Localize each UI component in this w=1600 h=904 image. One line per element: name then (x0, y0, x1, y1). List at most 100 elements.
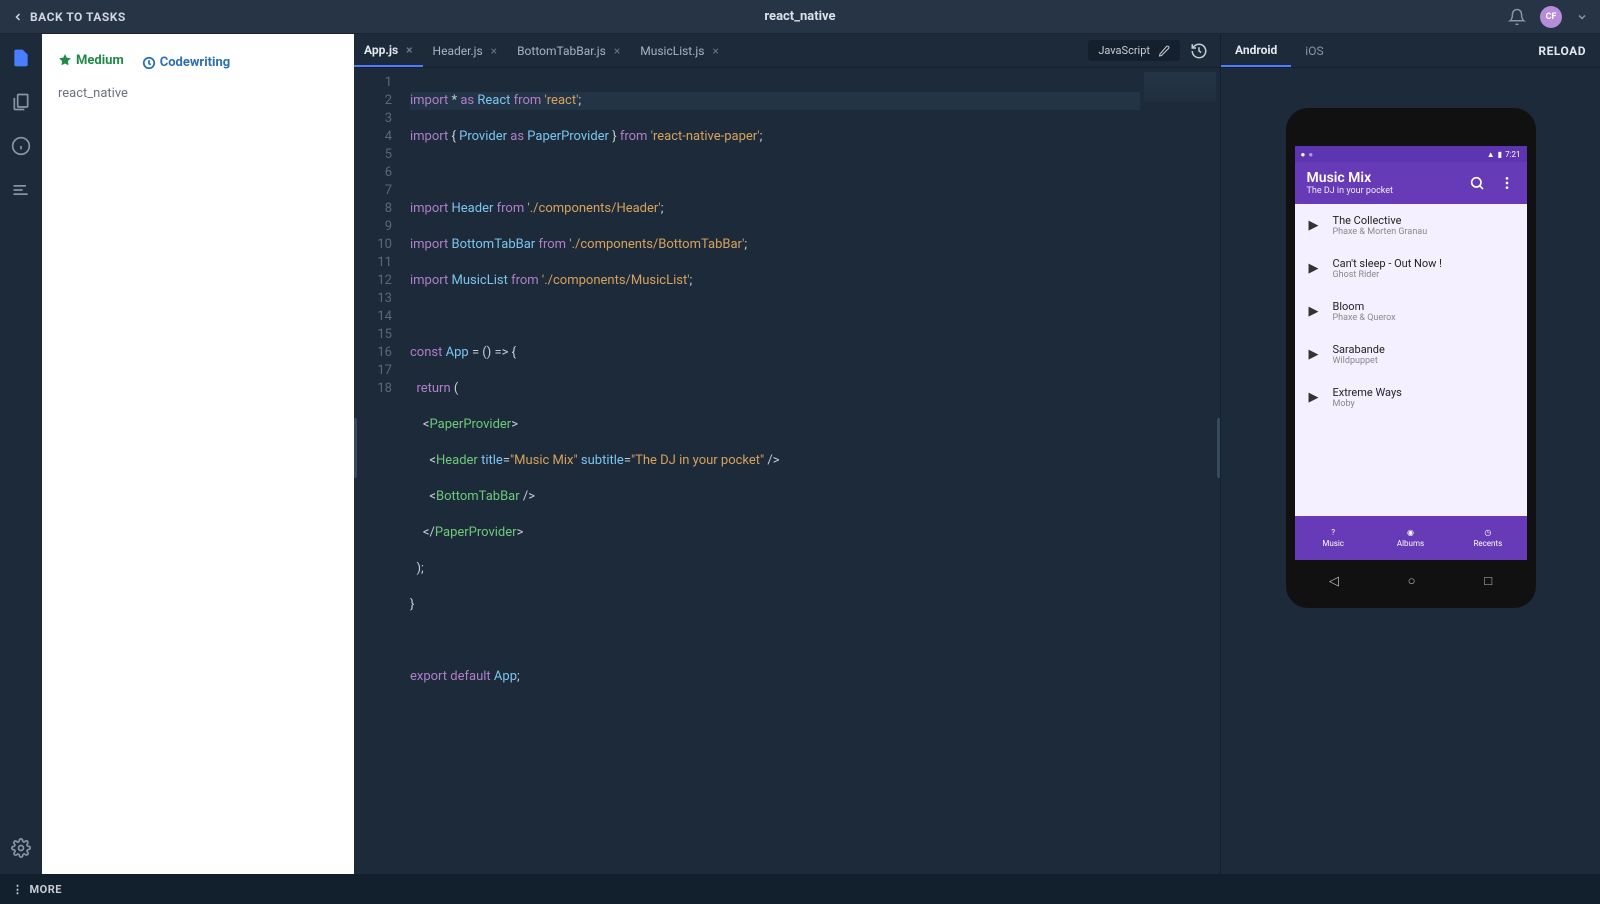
pencil-icon (1158, 45, 1170, 57)
tab-musiclist-js[interactable]: MusicList.js× (630, 34, 729, 67)
language-selector[interactable]: JavaScript (1088, 40, 1180, 61)
menu-icon[interactable] (9, 178, 33, 202)
appbar-title: Music Mix (1307, 170, 1393, 186)
line-num: 13 (354, 290, 392, 308)
minimap[interactable] (1140, 68, 1220, 874)
song-title: Bloom (1333, 300, 1396, 313)
resize-handle-right[interactable] (1217, 418, 1220, 478)
list-item[interactable]: ▶ SarabandeWildpuppet (1295, 333, 1527, 376)
page-title: react_native (764, 9, 835, 24)
editor-tabs: App.js × Header.js× BottomTabBar.js × Musi… (354, 34, 1220, 68)
song-title: Can't sleep - Out Now ! (1333, 257, 1443, 270)
tab-label: BottomTabBar.js (517, 44, 606, 58)
nav-albums[interactable]: ◉Albums (1372, 516, 1449, 560)
song-artist: Phaxe & Querox (1333, 313, 1396, 323)
tab-header-js[interactable]: Header.js× (423, 34, 508, 67)
reload-button[interactable]: RELOAD (1524, 44, 1600, 58)
line-num: 3 (354, 110, 392, 128)
song-artist: Ghost Rider (1333, 270, 1443, 280)
line-num: 18 (354, 380, 392, 398)
tab-label: App.js (364, 43, 398, 57)
appbar-subtitle: The DJ in your pocket (1307, 186, 1393, 196)
line-num: 2 (354, 92, 392, 110)
list-item[interactable]: ▶The CollectivePhaxe & Morten Granau (1295, 204, 1527, 247)
play-icon: ▶ (1309, 264, 1319, 274)
avatar[interactable]: CF (1540, 6, 1562, 28)
difficulty-tag: Medium (58, 53, 124, 68)
project-name: react_native (58, 86, 338, 101)
chevron-down-icon[interactable] (1576, 11, 1588, 23)
tab-android[interactable]: Android (1221, 34, 1291, 67)
close-icon[interactable]: × (712, 44, 718, 58)
files-stack-icon[interactable] (9, 90, 33, 114)
close-icon[interactable]: × (491, 44, 497, 58)
line-num: 7 (354, 182, 392, 200)
line-num: 6 (354, 164, 392, 182)
file-icon[interactable] (9, 46, 33, 70)
bell-icon[interactable] (1508, 8, 1526, 26)
status-time: 7:21 (1505, 150, 1520, 159)
circle-icon: ● (1308, 150, 1313, 159)
list-item[interactable]: ▶ BloomPhaxe & Querox (1295, 290, 1527, 333)
song-list[interactable]: ▶The CollectivePhaxe & Morten Granau ▶Ca… (1295, 204, 1527, 516)
more-label: MORE (30, 883, 62, 896)
codewriting-icon (142, 56, 156, 70)
android-recent-icon[interactable]: □ (1484, 573, 1492, 589)
history-icon[interactable] (1190, 42, 1208, 60)
play-icon: ▶ (1309, 393, 1319, 403)
battery-icon: ▮ (1498, 150, 1502, 159)
nav-music[interactable]: ?Music (1295, 516, 1372, 560)
reload-label: RELOAD (1538, 44, 1586, 58)
line-num: 1 (354, 74, 392, 92)
ptab-label: iOS (1305, 44, 1323, 58)
resize-handle-left[interactable] (354, 418, 357, 478)
close-icon[interactable]: × (614, 44, 620, 58)
line-num: 15 (354, 326, 392, 344)
list-item[interactable]: ▶ Can't sleep - Out Now !Ghost Rider (1295, 247, 1527, 290)
song-artist: Wildpuppet (1333, 356, 1385, 366)
line-num: 10 (354, 236, 392, 254)
nav-label: Recents (1473, 539, 1502, 548)
back-to-tasks[interactable]: BACK TO TASKS (12, 10, 126, 24)
footer: ⋮ MORE (0, 874, 1600, 904)
line-num: 11 (354, 254, 392, 272)
music-icon: ? (1331, 528, 1335, 537)
chevron-left-icon (12, 11, 24, 23)
play-icon: ▶ (1309, 350, 1319, 360)
preview-tabs: Android iOS RELOAD (1221, 34, 1600, 68)
bottom-nav: ?Music ◉Albums ◷Recents (1295, 516, 1527, 560)
line-num: 12 (354, 272, 392, 290)
ptab-label: Android (1235, 43, 1277, 57)
play-icon: ▶ (1309, 307, 1319, 317)
list-item[interactable]: ▶Extreme WaysMoby (1295, 376, 1527, 419)
tab-bottomtabbar-js[interactable]: BottomTabBar.js × (507, 34, 630, 67)
difficulty-label: Medium (76, 53, 124, 68)
sidebar: Medium Codewriting react_native (42, 34, 354, 874)
close-icon[interactable]: × (406, 43, 412, 57)
android-back-icon[interactable]: ◁ (1329, 574, 1339, 589)
line-num: 17 (354, 362, 392, 380)
android-home-icon[interactable]: ○ (1408, 573, 1416, 589)
more-button[interactable]: ⋮ MORE (12, 883, 62, 896)
tab-ios[interactable]: iOS (1291, 34, 1337, 67)
line-num: 5 (354, 146, 392, 164)
search-icon[interactable] (1469, 175, 1485, 191)
info-icon[interactable] (9, 134, 33, 158)
album-icon: ◉ (1407, 528, 1414, 537)
tab-app-js[interactable]: App.js × (354, 34, 423, 67)
line-num: 4 (354, 128, 392, 146)
phone-screen: ● ● ▲ ▮ 7:21 Music Mix The DJ in your po… (1295, 146, 1527, 560)
category-label: Codewriting (160, 54, 230, 72)
code-content[interactable]: import * as React from 'react'; import {… (402, 68, 1140, 874)
line-num: 16 (354, 344, 392, 362)
song-artist: Phaxe & Morten Granau (1333, 227, 1428, 237)
code-area[interactable]: 1 2 3 4 5 6 7 8 9 10 11 12 13 14 15 16 1… (354, 68, 1220, 874)
song-title: Sarabande (1333, 343, 1385, 356)
more-vert-icon[interactable] (1499, 175, 1515, 191)
song-artist: Moby (1333, 399, 1402, 409)
back-label: BACK TO TASKS (30, 10, 126, 24)
gear-icon[interactable] (9, 836, 33, 860)
status-bar: ● ● ▲ ▮ 7:21 (1295, 146, 1527, 162)
nav-recents[interactable]: ◷Recents (1449, 516, 1526, 560)
song-title: The Collective (1333, 214, 1428, 227)
